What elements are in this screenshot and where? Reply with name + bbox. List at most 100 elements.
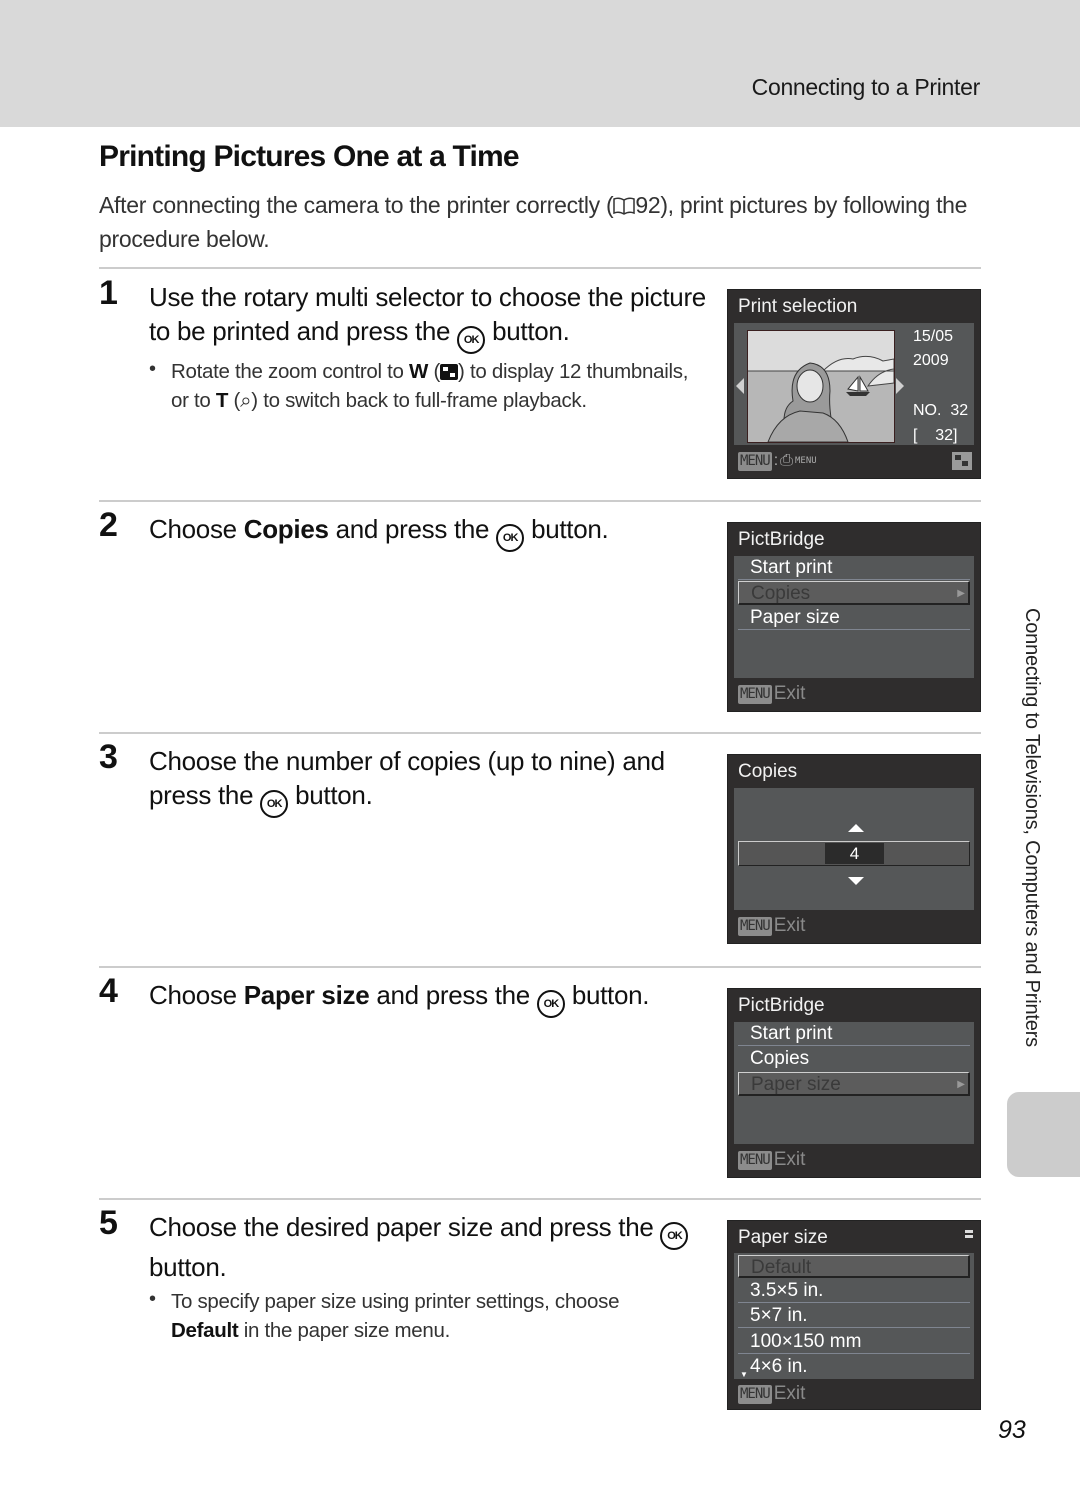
menu-item-start-print[interactable]: Start print xyxy=(738,556,970,580)
intro-paragraph: After connecting the camera to the print… xyxy=(99,188,969,256)
step-text-part: Choose the desired paper size and press … xyxy=(149,1212,661,1242)
menu-item-paper-size-selected[interactable]: Paper size ▶ xyxy=(738,1072,970,1096)
menu-item-label: Paper size xyxy=(751,1074,841,1095)
ok-button-icon: OK xyxy=(536,990,565,1018)
screen-print-selection: Print selection 15/05 2009 NO. 32 [ 32] … xyxy=(727,289,981,479)
screen-pictbridge-copies: PictBridge Start print Copies ▶ Paper siz… xyxy=(727,522,981,712)
step-text-part: button. xyxy=(564,980,650,1010)
thumbnail-view-icon[interactable] xyxy=(952,452,972,470)
step-2-text: Choose Copies and press the OK button. xyxy=(149,512,709,552)
bullet-text: Rotate the zoom control to xyxy=(171,360,410,383)
chapter-side-label: Connecting to Televisions, Computers and… xyxy=(1013,608,1053,1078)
menu-button-icon[interactable]: MENU xyxy=(738,684,772,704)
menu-item-copies-selected[interactable]: Copies ▶ xyxy=(738,581,970,605)
menu-item-paper-size[interactable]: Paper size xyxy=(738,606,970,630)
paper-size-option[interactable]: 100×150 mm xyxy=(738,1330,970,1354)
bullet-text: ) to switch back to full-frame playback. xyxy=(251,389,587,412)
paper-size-option[interactable]: 3.5×5 in. xyxy=(738,1279,970,1303)
screen-paper-size: Paper size Default 3.5×5 in. 5×7 in. 100… xyxy=(727,1220,981,1410)
screen-title: PictBridge xyxy=(738,995,825,1016)
screen-footer: MENU Exit xyxy=(738,1149,805,1171)
number-value: 32 xyxy=(950,402,969,419)
exit-label: Exit xyxy=(773,1149,806,1170)
decrement-arrow-icon[interactable] xyxy=(848,877,864,885)
screen-title: PictBridge xyxy=(738,529,825,550)
step-5-text: Choose the desired paper size and press … xyxy=(149,1210,709,1284)
step-divider xyxy=(99,500,981,502)
menu-item-label: Copies xyxy=(751,583,811,604)
print-menu-icon: ⎙ xyxy=(780,452,793,469)
next-arrow-icon[interactable] xyxy=(896,378,904,394)
intro-text: After connecting the camera to the print… xyxy=(99,192,614,218)
menu-button-icon[interactable]: MENU xyxy=(738,916,772,936)
exit-label: Exit xyxy=(773,1383,806,1404)
paper-size-option[interactable]: 5×7 in. xyxy=(738,1304,970,1328)
screen-pictbridge-paper: PictBridge Start print Copies Paper size… xyxy=(727,988,981,1178)
menu-button-icon[interactable]: MENU xyxy=(738,451,772,471)
paper-size-option[interactable]: ▼ 4×6 in. xyxy=(738,1355,970,1379)
step-1-text: Use the rotary multi selector to choose … xyxy=(149,280,709,354)
screen-title: Paper size xyxy=(738,1227,828,1248)
scrollbar-indicator-icon[interactable] xyxy=(965,1230,973,1238)
colon-separator: : xyxy=(773,452,779,469)
intro-page-ref[interactable]: 92 xyxy=(635,192,660,218)
screen-footer: MENU Exit xyxy=(738,1383,805,1405)
bullet-text: ( xyxy=(228,389,241,412)
increment-arrow-icon[interactable] xyxy=(848,824,864,832)
step-bold-term: Copies xyxy=(243,514,329,544)
step-number: 1 xyxy=(99,274,118,312)
step-text-part: Use the rotary multi selector to choose … xyxy=(149,282,706,346)
zoom-t-label: T xyxy=(215,389,229,412)
screen-panel: 4 xyxy=(734,788,974,910)
screen-panel: Start print Copies Paper size ▶ xyxy=(734,1022,974,1144)
photo-illustration xyxy=(748,331,895,443)
screen-footer: MENU : ⎙ MENU xyxy=(738,450,817,472)
step-4-text: Choose Paper size and press the OK butto… xyxy=(149,978,709,1018)
photo-number: NO. 32 xyxy=(913,402,968,420)
photo-year: 2009 xyxy=(913,352,949,369)
submenu-arrow-icon: ▶ xyxy=(957,588,965,599)
photo-count: [ 32] xyxy=(913,427,958,444)
menu-item-copies[interactable]: Copies xyxy=(738,1047,970,1071)
ok-button-icon: OK xyxy=(660,1222,689,1250)
page-title: Printing Pictures One at a Time xyxy=(99,140,520,173)
step-divider xyxy=(99,966,981,968)
menu-item-start-print[interactable]: Start print xyxy=(738,1022,970,1046)
screen-copies: Copies 4 MENU Exit xyxy=(727,754,981,944)
submenu-arrow-icon: ▶ xyxy=(957,1079,965,1090)
bullet-text: in the paper size menu. xyxy=(238,1319,451,1342)
step-divider xyxy=(99,732,981,734)
screen-title: Copies xyxy=(738,761,798,782)
previous-arrow-icon[interactable] xyxy=(736,378,744,394)
screen-footer: MENU Exit xyxy=(738,915,805,937)
chapter-tab[interactable] xyxy=(1007,1092,1080,1177)
photo-thumbnail[interactable] xyxy=(747,330,895,443)
exit-label: Exit xyxy=(773,915,806,936)
zoom-w-label: W xyxy=(409,360,429,383)
step-text-part: button. xyxy=(288,780,373,810)
step-1-bullet: Rotate the zoom control to W () to displ… xyxy=(171,357,691,415)
step-number: 3 xyxy=(99,738,118,776)
paper-size-option-default-selected[interactable]: Default xyxy=(738,1255,970,1278)
step-text-part: button. xyxy=(149,1252,227,1282)
screen-panel: Start print Copies ▶ Paper size xyxy=(734,556,974,678)
step-3-text: Choose the number of copies (up to nine)… xyxy=(149,744,709,818)
menu-button-icon[interactable]: MENU xyxy=(738,1150,772,1170)
step-divider xyxy=(99,1198,981,1200)
step-divider xyxy=(99,267,981,269)
copies-value: 4 xyxy=(825,843,884,864)
screen-panel: Default 3.5×5 in. 5×7 in. 100×150 mm ▼ 4×… xyxy=(734,1253,974,1379)
step-text-part: and press the xyxy=(328,514,497,544)
step-number: 4 xyxy=(99,972,118,1010)
photo-date: 15/05 xyxy=(913,328,954,345)
book-reference-icon xyxy=(613,197,636,215)
step-text-part: Choose xyxy=(149,980,244,1010)
copies-field[interactable]: 4 xyxy=(738,841,970,866)
step-5-bullet: To specify paper size using printer sett… xyxy=(171,1287,691,1345)
menu-button-icon[interactable]: MENU xyxy=(738,1384,772,1404)
step-text-part: button. xyxy=(485,316,570,346)
section-title: Connecting to a Printer xyxy=(751,74,981,100)
print-menu-label: MENU xyxy=(794,456,817,466)
step-text-part: and press the xyxy=(369,980,537,1010)
screen-footer: MENU Exit xyxy=(738,683,805,705)
